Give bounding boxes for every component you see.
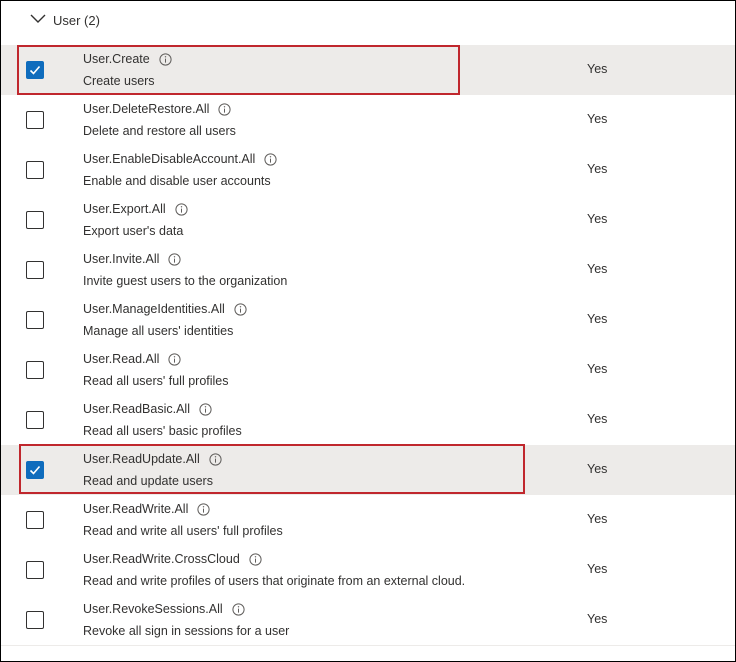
permission-row[interactable]: User.ReadWrite.CrossCloud Read and write … <box>1 545 735 596</box>
permission-description: Manage all users' identities <box>83 324 234 338</box>
permission-description: Read all users' full profiles <box>83 374 229 388</box>
permissions-panel: User (2) User.Create Create users Yes User.… <box>0 0 736 662</box>
admin-consent-value: Yes <box>587 612 608 626</box>
permission-row[interactable]: User.Export.All Export user's data Yes <box>1 195 735 246</box>
permission-name: User.RevokeSessions.All <box>83 602 245 616</box>
permission-row[interactable]: User.DeleteRestore.All Delete and restore… <box>1 95 735 146</box>
permission-checkbox[interactable] <box>26 611 44 629</box>
permission-row[interactable]: User.ReadUpdate.All Read and update users… <box>1 445 735 496</box>
permission-name-text: User.RevokeSessions.All <box>83 602 223 616</box>
permission-checkbox[interactable] <box>26 261 44 279</box>
admin-consent-value: Yes <box>587 162 608 176</box>
permission-name-text: User.ManageIdentities.All <box>83 302 225 316</box>
permission-row[interactable]: User.Create Create users Yes <box>1 45 735 96</box>
info-icon[interactable] <box>218 102 232 116</box>
permission-row[interactable]: User.EnableDisableAccount.All Enable and … <box>1 145 735 196</box>
permission-checkbox[interactable] <box>26 111 44 129</box>
info-icon[interactable] <box>168 352 182 366</box>
permission-name-text: User.ReadUpdate.All <box>83 452 200 466</box>
permission-description: Read and update users <box>83 474 213 488</box>
info-icon[interactable] <box>234 302 247 316</box>
admin-consent-value: Yes <box>587 512 608 526</box>
permission-row[interactable]: User.ReadBasic.All Read all users' basic … <box>1 395 735 446</box>
checkmark-icon <box>29 65 41 75</box>
permission-row[interactable]: User.ReadWrite.All Read and write all use… <box>1 495 735 546</box>
info-icon[interactable] <box>209 452 222 466</box>
permission-name-text: User.EnableDisableAccount.All <box>83 152 256 166</box>
permission-description: Read all users' basic profiles <box>83 424 242 438</box>
permission-name: User.ReadWrite.All <box>83 502 210 516</box>
info-icon[interactable] <box>168 252 182 266</box>
permission-description: Read and write all users' full profiles <box>83 524 283 538</box>
admin-consent-value: Yes <box>587 262 608 276</box>
permission-checkbox[interactable] <box>26 561 44 579</box>
permission-name-text: User.ReadWrite.All <box>83 502 189 516</box>
admin-consent-value: Yes <box>587 112 608 126</box>
info-icon[interactable] <box>249 552 262 566</box>
permission-row[interactable]: User.Read.All Read all users' full profil… <box>1 345 735 396</box>
admin-consent-value: Yes <box>587 362 608 376</box>
info-icon[interactable] <box>232 602 245 616</box>
admin-consent-value: Yes <box>587 462 608 476</box>
admin-consent-value: Yes <box>587 62 608 76</box>
permission-name: User.Export.All <box>83 202 188 216</box>
checkmark-icon <box>29 465 41 475</box>
permission-checkbox[interactable] <box>26 411 44 429</box>
chevron-down-icon[interactable] <box>29 13 47 25</box>
group-header-user[interactable]: User (2) <box>1 1 735 41</box>
info-icon[interactable] <box>264 152 277 166</box>
group-label: User (2) <box>53 13 100 28</box>
admin-consent-value: Yes <box>587 412 608 426</box>
permission-description: Read and write profiles of users that or… <box>83 574 466 588</box>
permission-name: User.DeleteRestore.All <box>83 102 232 116</box>
permission-checkbox[interactable] <box>26 161 44 179</box>
info-icon[interactable] <box>197 502 210 516</box>
permission-description: Invite guest users to the organization <box>83 274 288 288</box>
permission-name-text: User.Export.All <box>83 202 166 216</box>
permission-name: User.Read.All <box>83 352 182 366</box>
info-icon[interactable] <box>159 52 172 66</box>
permission-description: Create users <box>83 74 155 88</box>
permission-name: User.Invite.All <box>83 252 182 266</box>
permission-description: Delete and restore all users <box>83 124 236 138</box>
permission-row[interactable]: User.Invite.All Invite guest users to the… <box>1 245 735 296</box>
admin-consent-value: Yes <box>587 212 608 226</box>
permission-description: Enable and disable user accounts <box>83 174 271 188</box>
permission-description: Revoke all sign in sessions for a user <box>83 624 290 638</box>
permission-name-text: User.ReadBasic.All <box>83 402 190 416</box>
permission-checkbox[interactable] <box>26 511 44 529</box>
permission-row[interactable]: User.ManageIdentities.All Manage all user… <box>1 295 735 346</box>
permission-name: User.Create <box>83 52 172 66</box>
permission-checkbox[interactable] <box>26 61 44 79</box>
permission-name-text: User.DeleteRestore.All <box>83 102 210 116</box>
permission-row[interactable]: User.RevokeSessions.All Revoke all sign i… <box>1 595 735 646</box>
permission-name: User.ReadBasic.All <box>83 402 212 416</box>
permission-checkbox[interactable] <box>26 461 44 479</box>
permission-name: User.ReadWrite.CrossCloud <box>83 552 262 566</box>
admin-consent-value: Yes <box>587 312 608 326</box>
permission-name-text: User.ReadWrite.CrossCloud <box>83 552 240 566</box>
permission-name: User.ReadUpdate.All <box>83 452 222 466</box>
info-icon[interactable] <box>175 202 188 216</box>
permission-name: User.ManageIdentities.All <box>83 302 247 316</box>
admin-consent-value: Yes <box>587 562 608 576</box>
permission-name-text: User.Create <box>83 52 150 66</box>
permission-name-text: User.Invite.All <box>83 252 160 266</box>
info-icon[interactable] <box>199 402 212 416</box>
permission-checkbox[interactable] <box>26 311 44 329</box>
permission-name-text: User.Read.All <box>83 352 160 366</box>
permission-name: User.EnableDisableAccount.All <box>83 152 277 166</box>
permission-description: Export user's data <box>83 224 184 238</box>
permission-checkbox[interactable] <box>26 211 44 229</box>
permission-checkbox[interactable] <box>26 361 44 379</box>
